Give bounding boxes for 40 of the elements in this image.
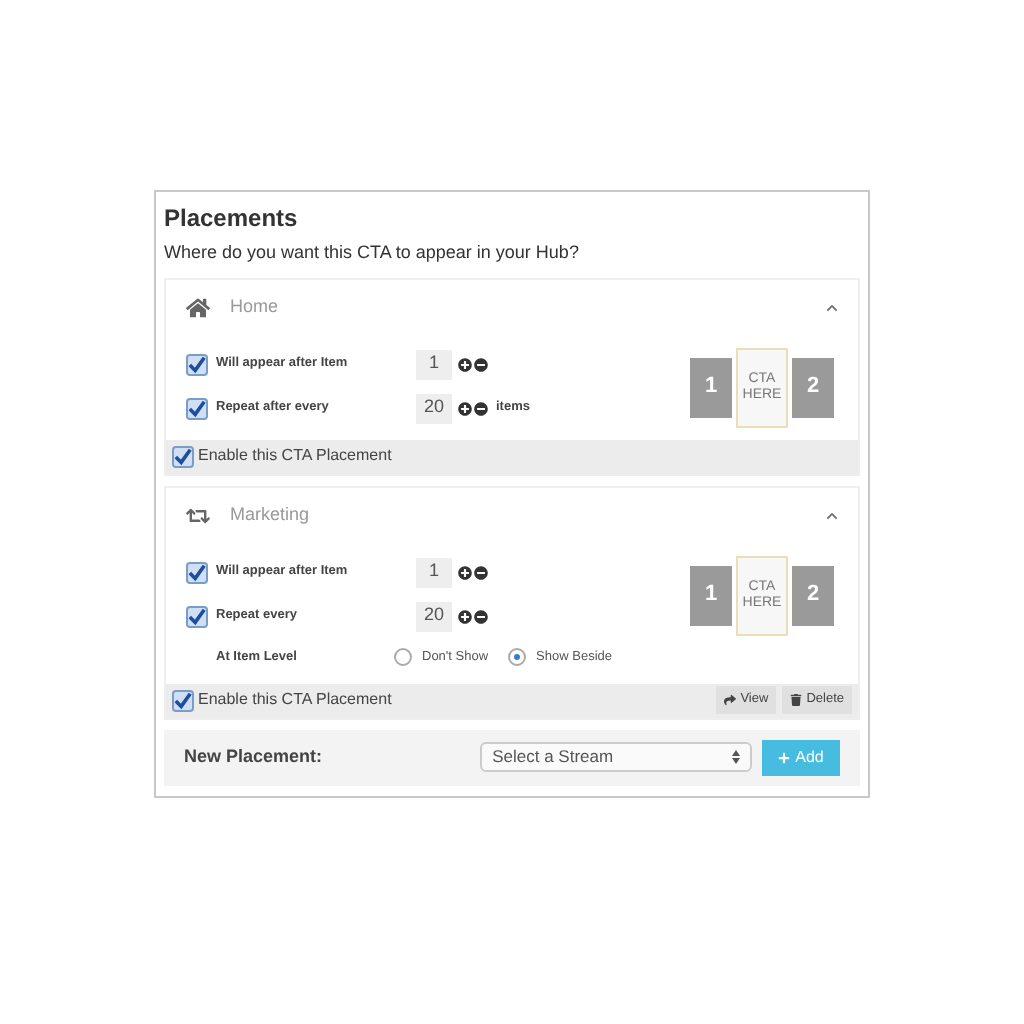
enable-label: Enable this CTA Placement (198, 688, 392, 712)
panel-title: Placements (164, 202, 300, 236)
enable-label: Enable this CTA Placement (198, 444, 392, 468)
number-field[interactable]: 1 (416, 557, 452, 587)
plus-icon[interactable] (458, 357, 472, 371)
checkbox[interactable] (172, 445, 194, 467)
placement-name: Home (230, 293, 279, 320)
radio-button[interactable] (508, 648, 527, 666)
minus-icon[interactable] (474, 565, 488, 579)
slot-tile: 2 (792, 357, 834, 417)
plus-icon[interactable] (458, 609, 472, 623)
checkbox[interactable] (186, 605, 208, 627)
minus-icon[interactable] (474, 401, 488, 415)
plus-icon[interactable] (458, 565, 472, 579)
plus-icon (777, 751, 790, 763)
minus-icon[interactable] (474, 609, 488, 623)
slot-tile: 2 (792, 565, 834, 625)
checkbox[interactable] (172, 689, 194, 711)
number-field[interactable]: 20 (416, 601, 452, 631)
house-icon (186, 295, 210, 319)
checkbox[interactable] (186, 397, 208, 419)
slot-tile: 1 (690, 357, 732, 417)
plus-icon[interactable] (458, 401, 472, 415)
collapse-icon[interactable] (826, 509, 838, 521)
minus-icon[interactable] (474, 357, 488, 371)
radio-button[interactable] (394, 648, 412, 666)
updown-icon (731, 750, 739, 764)
share-icon (724, 694, 737, 706)
panel-subtitle: Where do you want this CTA to appear in your Hub? (164, 240, 581, 266)
checkbox[interactable] (186, 353, 208, 375)
new-placement-label: New Placement: (184, 743, 325, 770)
slot-tile: 1 (690, 565, 732, 625)
number-field[interactable]: 1 (416, 349, 452, 379)
collapse-icon[interactable] (826, 301, 838, 313)
checkbox[interactable] (186, 561, 208, 583)
trash-icon (790, 694, 803, 706)
placement-name: Marketing (230, 501, 310, 528)
stream-select[interactable]: Select a Stream (480, 742, 751, 772)
number-field[interactable]: 20 (416, 393, 452, 423)
stream-icon (186, 503, 210, 527)
